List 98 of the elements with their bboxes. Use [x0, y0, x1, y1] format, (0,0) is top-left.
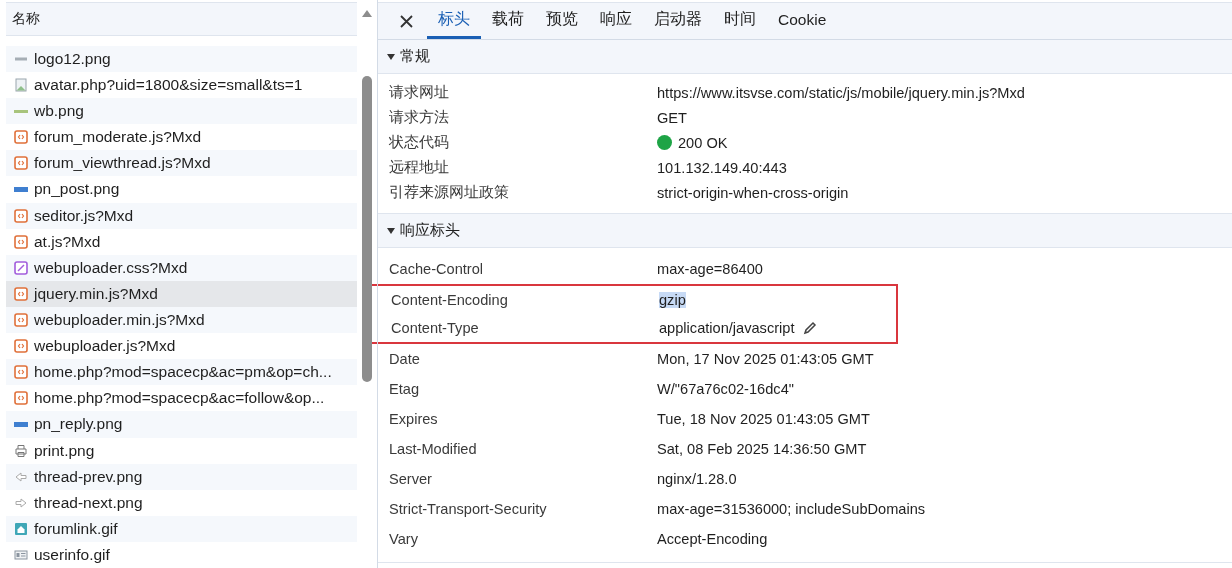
triangle-icon	[386, 51, 396, 62]
file-name: at.js?Mxd	[34, 232, 101, 251]
header-name: Last-Modified	[389, 441, 478, 457]
file-name: forum_moderate.js?Mxd	[34, 128, 202, 147]
file-name: logo12.png	[34, 49, 111, 68]
header-name: 请求方法	[389, 108, 450, 127]
header-name: Etag	[389, 381, 421, 397]
scroll-up-icon[interactable]	[361, 8, 373, 18]
file-name: thread-prev.png	[34, 467, 143, 486]
logo-thumbnail-icon	[14, 56, 28, 61]
header-name: 请求网址	[389, 83, 450, 102]
code-file-icon	[14, 208, 28, 223]
file-name: webuploader.css?Mxd	[34, 258, 188, 277]
file-name: pn_reply.png	[34, 415, 123, 434]
header-value: https://www.itsvse.com/static/js/mobile/jquery.min.js?Mxd	[657, 84, 1025, 101]
file-name: home.php?mod=spacecp&ac=follow&op...	[34, 389, 325, 408]
request-row[interactable]: seditor.js?Mxd	[6, 202, 357, 229]
printer-icon	[14, 443, 28, 458]
code-file-icon	[14, 130, 28, 145]
code-file-icon	[14, 365, 28, 380]
code-file-icon	[14, 313, 28, 327]
house-icon	[14, 521, 28, 536]
button-thumbnail-icon	[14, 421, 28, 427]
section-title: 响应标头	[400, 221, 460, 240]
request-row[interactable]: wb.png	[6, 98, 357, 125]
request-row[interactable]: webuploader.min.js?Mxd	[6, 306, 357, 334]
request-row[interactable]: forum_viewthread.js?Mxd	[6, 150, 357, 177]
section-header[interactable]: 响应标头	[378, 214, 1232, 248]
tab[interactable]: Cookie	[767, 3, 838, 39]
request-row[interactable]: home.php?mod=spacecp&ac=pm&op=ch...	[6, 359, 357, 386]
tab[interactable]: 时间	[713, 3, 767, 39]
file-name: forum_viewthread.js?Mxd	[34, 154, 211, 173]
header-name: 引荐来源网址政策	[389, 183, 510, 202]
request-row[interactable]: pn_reply.png	[6, 411, 357, 438]
close-icon	[400, 14, 413, 28]
file-name: jquery.min.js?Mxd	[34, 284, 158, 303]
scrollbar-thumb[interactable]	[362, 76, 372, 382]
header-value: Sat, 08 Feb 2025 14:36:50 GMT	[657, 441, 867, 457]
file-name: home.php?mod=spacecp&ac=pm&op=ch...	[34, 363, 332, 382]
section-title: 常规	[400, 47, 430, 66]
file-name: print.png	[34, 441, 95, 460]
header-name: 远程地址	[389, 158, 450, 177]
id-card-icon	[14, 548, 28, 562]
file-name: userinfo.gif	[34, 546, 110, 564]
file-name: thread-next.png	[34, 493, 143, 512]
code-file-icon	[14, 339, 28, 354]
header-value: GET	[657, 109, 687, 126]
header-value: W/"67a76c02-16dc4"	[657, 381, 794, 397]
header-value: Mon, 17 Nov 2025 01:43:05 GMT	[657, 351, 874, 367]
header-value: max-age=86400	[657, 261, 763, 277]
section-header[interactable]: 常规	[378, 40, 1232, 74]
header-value: Accept-Encoding	[657, 531, 768, 547]
line-thumbnail-icon	[14, 109, 28, 113]
left-arrow-icon	[14, 469, 28, 484]
pencil-icon[interactable]	[802, 320, 819, 336]
file-name: forumlink.gif	[34, 519, 118, 538]
header-value: 101.132.149.40:443	[657, 159, 787, 176]
request-row[interactable]: thread-prev.png	[6, 463, 357, 490]
header-name: 状态代码	[389, 133, 450, 152]
code-file-icon	[14, 391, 28, 406]
header-value: nginx/1.28.0	[657, 471, 737, 487]
header-value: max-age=31536000; includeSubDomains	[657, 501, 926, 517]
header-value: strict-origin-when-cross-origin	[657, 184, 849, 201]
file-name: wb.png	[34, 102, 84, 121]
code-file-icon	[14, 286, 28, 301]
header-value: 200 OK	[678, 134, 728, 151]
tab[interactable]: 预览	[535, 3, 589, 39]
button-thumbnail-icon	[14, 186, 28, 192]
file-name: pn_post.png	[34, 180, 120, 199]
header-name: Server	[389, 471, 433, 487]
header-name: Content-Type	[391, 320, 480, 336]
header-name: Cache-Control	[389, 261, 485, 277]
request-row[interactable]: jquery.min.js?Mxd	[6, 280, 357, 307]
request-row[interactable]: logo12.png	[6, 45, 357, 72]
request-row[interactable]: webuploader.css?Mxd	[6, 254, 357, 281]
right-arrow-icon	[14, 495, 28, 510]
code-file-icon	[14, 156, 28, 171]
header-name: Date	[389, 351, 421, 367]
file-name: avatar.php?uid=1800&size=small&ts=1	[34, 76, 303, 95]
header-name: Vary	[389, 531, 419, 547]
column-header[interactable]: 名称	[6, 2, 357, 36]
header-name: Strict-Transport-Security	[389, 501, 548, 517]
code-file-icon	[14, 234, 28, 249]
header-name: Expires	[389, 411, 439, 427]
request-row[interactable]: forumlink.gif	[6, 515, 357, 542]
header-value: application/javascript	[659, 320, 795, 336]
header-value: Tue, 18 Nov 2025 01:43:05 GMT	[657, 411, 870, 427]
style-file-icon	[14, 260, 28, 275]
file-name: webuploader.min.js?Mxd	[34, 311, 205, 329]
image-file-icon	[14, 78, 28, 93]
header-value: gzip	[659, 292, 686, 308]
file-name: webuploader.js?Mxd	[34, 337, 176, 356]
file-name: seditor.js?Mxd	[34, 206, 134, 225]
triangle-icon	[386, 225, 396, 236]
tab[interactable]: 启动器	[643, 3, 713, 39]
tab[interactable]: 载荷	[481, 3, 535, 39]
tab[interactable]: 响应	[589, 3, 643, 39]
header-name: Content-Encoding	[391, 292, 509, 308]
